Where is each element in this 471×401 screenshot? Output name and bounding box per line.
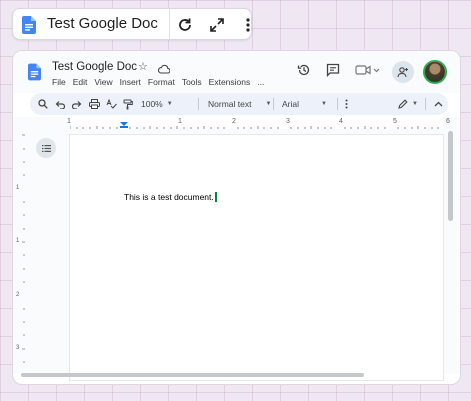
vruler-number: 2 [16, 292, 20, 298]
search-icon[interactable] [36, 97, 50, 111]
vertical-scrollbar[interactable] [448, 131, 453, 221]
google-docs-icon [22, 16, 36, 39]
vertical-ruler: 1 1 2 3 [13, 129, 25, 374]
menu-bar: File Edit View Insert Format Tools Exten… [52, 77, 264, 87]
divider [273, 98, 274, 110]
menu-insert[interactable]: Insert [120, 77, 141, 87]
star-icon[interactable]: ☆ [138, 60, 148, 73]
style-select[interactable]: Normal text ▼ [208, 97, 271, 111]
style-value: Normal text [208, 99, 252, 109]
share-button[interactable] [392, 61, 414, 83]
editing-mode-button[interactable]: ▼ [397, 97, 419, 111]
document-page[interactable]: This is a test document. [70, 135, 443, 380]
chevron-down-icon: ▼ [321, 101, 327, 107]
undo-icon[interactable] [53, 97, 67, 111]
zoom-value: 100% [141, 99, 163, 109]
horizontal-ruler: 1 1 2 3 4 5 6 [13, 117, 460, 129]
doc-title[interactable]: Test Google Doc [52, 61, 137, 73]
document-outline-button[interactable] [36, 138, 56, 158]
vruler-number: 3 [16, 345, 20, 351]
font-value: Arial [282, 99, 300, 109]
menu-tools[interactable]: Tools [182, 77, 202, 87]
menu-more[interactable]: ... [257, 77, 264, 87]
ruler-number: 5 [393, 118, 397, 125]
ruler-number: 2 [232, 118, 236, 125]
docs-header: Test Google Doc ☆ File Edit View Insert … [13, 51, 460, 93]
version-history-icon[interactable] [297, 63, 311, 82]
zoom-select[interactable]: 100% ▼ [141, 97, 173, 111]
ruler-number: 4 [339, 118, 343, 125]
chevron-down-icon: ▼ [166, 101, 173, 107]
chevron-up-icon[interactable] [432, 97, 444, 111]
meet-icon[interactable] [355, 63, 381, 82]
divider [169, 9, 170, 41]
menu-extensions[interactable]: Extensions [209, 77, 251, 87]
google-doc-embed: Test Google Doc ☆ File Edit View Insert … [12, 50, 461, 385]
document-canvas: 1 1 2 3 This is a test document. [13, 129, 460, 380]
chevron-down-icon: ▼ [412, 101, 418, 107]
ruler-number: 3 [286, 118, 290, 125]
paint-format-icon[interactable] [121, 97, 135, 111]
more-vertical-icon[interactable] [342, 97, 350, 111]
menu-edit[interactable]: Edit [73, 77, 88, 87]
menu-format[interactable]: Format [148, 77, 175, 87]
menu-file[interactable]: File [52, 77, 66, 87]
expand-icon[interactable] [206, 14, 228, 36]
text-cursor [214, 192, 217, 202]
first-line-indent-marker[interactable] [120, 126, 128, 128]
avatar[interactable] [423, 60, 447, 84]
divider [198, 98, 199, 110]
outline-list-icon [41, 144, 51, 152]
doc-title-pill: Test Google Doc [12, 8, 252, 41]
ruler-number: 1 [67, 118, 71, 125]
comment-icon[interactable] [326, 63, 340, 82]
redo-icon[interactable] [70, 97, 84, 111]
formatting-toolbar: 100% ▼ Normal text ▼ Arial ▼ ▼ [30, 93, 448, 115]
google-docs-icon[interactable] [28, 63, 41, 86]
refresh-icon[interactable] [174, 14, 196, 36]
document-body[interactable]: This is a test document. [124, 192, 217, 202]
horizontal-scrollbar[interactable] [21, 373, 364, 377]
ruler-number: 1 [178, 118, 182, 125]
divider [425, 98, 426, 110]
vruler-number: 1 [16, 238, 20, 244]
print-icon[interactable] [87, 97, 101, 111]
font-select[interactable]: Arial ▼ [282, 97, 327, 111]
spellcheck-icon[interactable] [104, 97, 118, 111]
body-text: This is a test document. [124, 192, 214, 202]
pencil-icon [398, 99, 408, 109]
menu-view[interactable]: View [94, 77, 112, 87]
ruler-number: 6 [446, 118, 450, 125]
vertical-ruler-ticks [22, 134, 25, 363]
pill-title: Test Google Doc [47, 15, 158, 32]
divider [337, 98, 338, 110]
chevron-down-icon: ▼ [265, 101, 272, 107]
more-vertical-icon[interactable] [237, 14, 259, 36]
vruler-number: 1 [16, 185, 20, 191]
